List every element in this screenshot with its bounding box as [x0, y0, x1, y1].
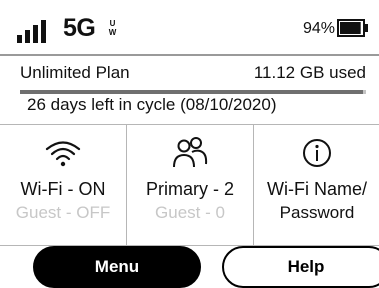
wifi-guest-status: Guest - OFF [15, 203, 111, 222]
primary-device-count: Primary - 2 [145, 179, 234, 199]
network-type: 5G [63, 14, 96, 42]
menu-button[interactable]: Menu [33, 246, 201, 288]
help-button[interactable]: Help [222, 246, 379, 288]
wifi-password-label: Password [279, 203, 355, 222]
data-used: 11.12 GB used [253, 63, 366, 82]
wifi-icon [0, 135, 126, 171]
network-suffix: UW [107, 19, 117, 39]
network-suffix-text: UW [108, 19, 117, 37]
tile-connected-devices[interactable]: Primary - 2 Guest - 0 [127, 125, 253, 245]
billing-cycle: 26 days left in cycle (08/10/2020) [27, 95, 277, 114]
plan-name: Unlimited Plan [20, 63, 130, 82]
battery-percentage: 94% [302, 20, 335, 37]
users-icon [127, 135, 253, 171]
tile-wifi[interactable]: Wi-Fi - ON Guest - OFF [0, 125, 126, 245]
info-icon [254, 135, 379, 171]
device-screen: 5G UW 94% Unlimited Plan 11.12 GB used 2… [0, 0, 379, 288]
tile-wifi-password[interactable]: Wi-Fi Name/ Password [254, 125, 379, 245]
wifi-status: Wi-Fi - ON [20, 179, 106, 199]
guest-device-count: Guest - 0 [155, 203, 225, 222]
signal-strength-icon [17, 20, 46, 43]
data-usage-fill [20, 90, 363, 94]
data-usage-bar [20, 90, 366, 94]
wifi-name-label: Wi-Fi Name/ [267, 179, 367, 199]
status-divider [0, 54, 379, 56]
battery-icon [337, 19, 368, 37]
status-bar: 5G UW 94% [0, 0, 379, 54]
